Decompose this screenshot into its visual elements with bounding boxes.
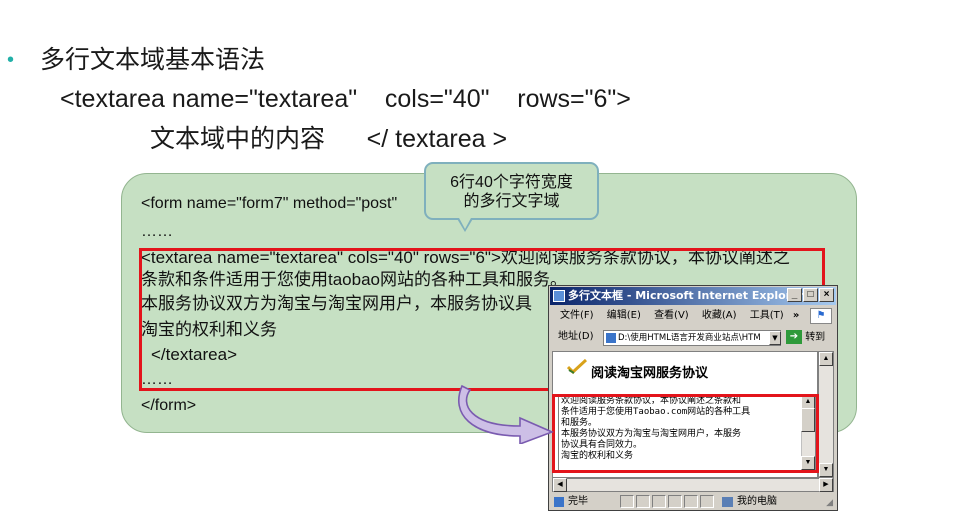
go-label: 转到 (805, 332, 826, 343)
windows-logo-icon: ⚑ (810, 308, 832, 324)
callout-line-2: 的多行文字域 (463, 193, 560, 210)
ie-logo-icon (553, 290, 565, 302)
status-cell (620, 495, 634, 508)
page-scroll-down-icon[interactable]: ▼ (819, 463, 833, 477)
browser-textarea-highlight-frame (552, 394, 819, 473)
ie-title-text: 多行文本框 - Microsoft Internet Explorer (568, 289, 804, 302)
code-ellipsis-1: …… (141, 223, 173, 240)
menu-more-chevron-icon[interactable]: » (793, 310, 799, 321)
address-dropdown-icon[interactable]: ▼ (769, 331, 781, 345)
page-icon (606, 333, 616, 343)
menu-view[interactable]: 查看(V) (654, 310, 689, 321)
page-scroll-left-icon[interactable]: ◀ (553, 478, 567, 492)
page-scroll-right-icon[interactable]: ▶ (819, 478, 833, 492)
syntax-line-1: <textarea name="textarea" cols="40" rows… (60, 85, 631, 113)
resize-grip-icon[interactable]: ◢ (826, 495, 833, 512)
page-horizontal-scrollbar[interactable]: ◀ ▶ (552, 478, 834, 492)
pencil-check-icon (567, 358, 587, 374)
ie-status-bar: 完毕 我的电脑 ◢ (550, 493, 836, 510)
go-arrow-icon: ➔ (786, 330, 802, 344)
page-vertical-scrollbar[interactable]: ▲ ▼ (818, 351, 834, 478)
maximize-button[interactable]: □ (803, 288, 818, 302)
callout-tail-inner (458, 216, 472, 229)
status-cell (700, 495, 714, 508)
code-form-close: </form> (141, 397, 197, 414)
address-input[interactable]: D:\使用HTML语言开发商业站点\HTM (603, 330, 781, 346)
menu-edit[interactable]: 编辑(E) (607, 310, 641, 321)
minimize-button[interactable]: _ (787, 288, 802, 302)
status-cell (636, 495, 650, 508)
go-button[interactable]: ➔ 转到 (786, 330, 836, 346)
syntax-line-2: 文本域中的内容 </ textarea > (150, 125, 508, 153)
callout-line-1: 6行40个字符宽度 (450, 174, 573, 191)
bullet-dot: • (7, 49, 15, 71)
callout-box: 6行40个字符宽度 的多行文字域 (424, 162, 599, 220)
ie-address-bar: 地址(D) D:\使用HTML语言开发商业站点\HTM ▼ ➔ 转到 (550, 328, 836, 348)
page-scroll-up-icon[interactable]: ▲ (819, 352, 833, 366)
menu-tools[interactable]: 工具(T) (750, 310, 784, 321)
code-form-open: <form name="form7" method="post" (141, 195, 398, 212)
computer-icon (722, 497, 733, 507)
address-label: 地址(D) (558, 331, 594, 342)
done-page-icon (554, 497, 564, 507)
slide-heading: 多行文本域基本语法 (40, 46, 266, 74)
status-text: 完毕 (568, 496, 588, 507)
menu-favorites[interactable]: 收藏(A) (702, 310, 737, 321)
ie-menu-bar: 文件(F) 编辑(E) 查看(V) 收藏(A) 工具(T) » ⚑ (550, 306, 836, 326)
status-cell (652, 495, 666, 508)
address-value: D:\使用HTML语言开发商业站点\HTM (618, 333, 761, 343)
menu-file[interactable]: 文件(F) (560, 310, 594, 321)
curved-arrow-icon (457, 384, 555, 444)
status-cell (684, 495, 698, 508)
zone-text: 我的电脑 (737, 496, 777, 507)
page-heading: 阅读淘宝网服务协议 (591, 366, 709, 381)
status-cell (668, 495, 682, 508)
close-button[interactable]: × (819, 288, 834, 302)
